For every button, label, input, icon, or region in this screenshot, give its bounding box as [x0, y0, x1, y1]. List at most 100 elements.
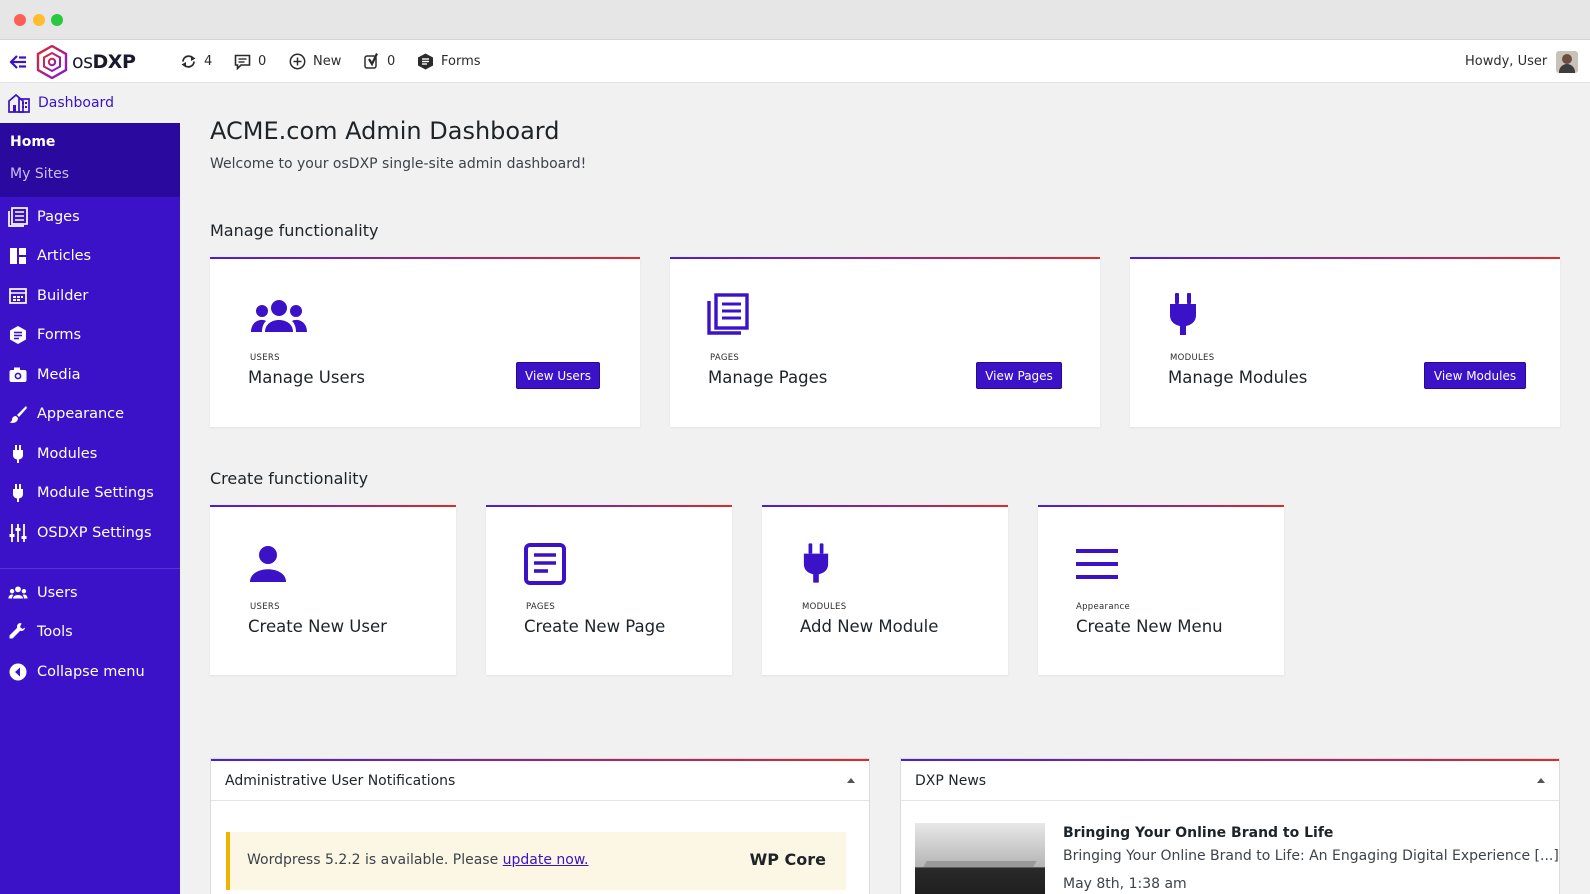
collapse-toggle-icon[interactable]: [1537, 778, 1545, 783]
account-menu[interactable]: Howdy, User: [1465, 40, 1579, 83]
comment-icon: [234, 54, 251, 70]
news-widget: DXP News Bringing Your Online Brand to L…: [900, 758, 1560, 894]
add-module-card[interactable]: MODULES Add New Module: [762, 505, 1008, 675]
sidebar-item-label: Articles: [37, 248, 92, 264]
sidebar-item-label: Module Settings: [37, 485, 154, 501]
card-caption: MODULES: [802, 602, 847, 612]
sidebar-item-osdxp-settings[interactable]: OSDXP Settings: [0, 513, 180, 553]
camera-icon: [9, 367, 27, 382]
news-item-excerpt: Bringing Your Online Brand to Life: An E…: [1063, 848, 1559, 864]
view-users-button[interactable]: View Users: [516, 362, 600, 389]
forms-icon: [10, 326, 26, 344]
osdxp-logo[interactable]: osDXP: [36, 40, 136, 83]
sidebar-item-appearance[interactable]: Appearance: [0, 394, 180, 434]
news-item-title[interactable]: Bringing Your Online Brand to Life: [1063, 825, 1333, 841]
update-now-link[interactable]: update now.: [503, 852, 589, 868]
sidebar-item-label: Forms: [37, 327, 82, 343]
submenu-home[interactable]: Home: [10, 134, 55, 150]
sidebar-item-forms[interactable]: Forms: [0, 315, 180, 355]
widget-header[interactable]: Administrative User Notifications: [211, 761, 869, 801]
card-caption: PAGES: [526, 602, 556, 612]
user-icon: [250, 546, 286, 582]
card-caption: USERS: [250, 602, 280, 612]
collapse-arrow-button[interactable]: [8, 40, 28, 83]
sidebar-item-modules[interactable]: Modules: [0, 434, 180, 474]
arrow-left-icon: [9, 54, 26, 69]
osdxp-logo-icon: [36, 44, 68, 79]
maximize-window-button[interactable]: [51, 14, 63, 26]
document-icon: [524, 543, 566, 585]
plug-icon: [1170, 293, 1196, 335]
card-caption: USERS: [250, 353, 280, 363]
logo-text-bold: DXP: [92, 50, 136, 73]
sidebar-item-media[interactable]: Media: [0, 355, 180, 395]
howdy-text: Howdy, User: [1465, 54, 1548, 69]
menu-icon: [1076, 549, 1118, 579]
notifications-widget: Administrative User Notifications Wordpr…: [210, 758, 870, 894]
card-title: Create New User: [248, 617, 387, 636]
card-title: Manage Modules: [1168, 368, 1308, 387]
sliders-icon: [9, 524, 27, 542]
card-title: Add New Module: [800, 617, 939, 636]
view-pages-button[interactable]: View Pages: [976, 362, 1062, 389]
collapse-toggle-icon[interactable]: [847, 778, 855, 783]
comments-button[interactable]: 0: [234, 40, 266, 83]
create-page-card[interactable]: PAGES Create New Page: [486, 505, 732, 675]
pages-icon: [707, 293, 749, 335]
window-titlebar: [0, 0, 1590, 40]
sidebar-item-label: Users: [37, 585, 78, 601]
card-title: Manage Pages: [708, 368, 828, 387]
sidebar-item-module-settings[interactable]: Module Settings: [0, 473, 180, 513]
sidebar-item-label: Builder: [37, 288, 89, 304]
sidebar-item-label: Modules: [37, 446, 98, 462]
sidebar-item-users[interactable]: Users: [0, 573, 180, 613]
page-title: ACME.com Admin Dashboard: [210, 117, 560, 145]
plug-icon: [803, 543, 829, 583]
minimize-window-button[interactable]: [33, 14, 45, 26]
card-title: Manage Users: [248, 368, 365, 387]
users-icon: [251, 300, 307, 332]
refresh-icon: [181, 55, 196, 68]
logo-text-light: os: [72, 50, 93, 73]
widget-header[interactable]: DXP News: [901, 761, 1559, 801]
sidebar-item-tools[interactable]: Tools: [0, 612, 180, 652]
forms-icon: [418, 53, 433, 70]
notice-tag: WP Core: [749, 850, 826, 869]
pages-icon: [8, 207, 28, 227]
card-title: Create New Menu: [1076, 617, 1223, 636]
sidebar-item-label: Tools: [37, 624, 73, 640]
brush-icon: [9, 406, 27, 423]
plus-circle-icon: [289, 53, 306, 70]
updates-button[interactable]: 4: [180, 40, 212, 83]
manage-users-card: USERS Manage Users View Users: [210, 257, 640, 427]
sidebar-item-articles[interactable]: Articles: [0, 236, 180, 276]
close-window-button[interactable]: [14, 14, 26, 26]
create-heading: Create functionality: [210, 469, 369, 488]
forms-bar-button[interactable]: Forms: [417, 40, 481, 83]
news-thumbnail[interactable]: [915, 823, 1045, 894]
widget-title: Administrative User Notifications: [225, 772, 456, 789]
card-title: Create New Page: [524, 617, 666, 636]
dashboard-submenu: Home My Sites: [0, 123, 180, 197]
yoast-button[interactable]: 0: [364, 40, 395, 83]
collapse-menu-button[interactable]: Collapse menu: [0, 652, 180, 692]
updates-count: 4: [204, 54, 213, 69]
update-notice: Wordpress 5.2.2 is available. Please upd…: [226, 832, 846, 890]
create-menu-card[interactable]: Appearance Create New Menu: [1038, 505, 1284, 675]
sidebar-item-label: OSDXP Settings: [37, 525, 152, 541]
sidebar: Dashboard Home My Sites Pages Articles B…: [0, 83, 180, 894]
sidebar-item-dashboard[interactable]: Dashboard: [0, 83, 180, 123]
manage-modules-card: MODULES Manage Modules View Modules: [1130, 257, 1560, 427]
wrench-icon: [9, 623, 25, 639]
new-content-button[interactable]: New: [289, 40, 341, 83]
manage-heading: Manage functionality: [210, 221, 379, 240]
active-notch: [172, 95, 180, 111]
submenu-my-sites[interactable]: My Sites: [10, 166, 69, 182]
sidebar-item-builder[interactable]: Builder: [0, 276, 180, 316]
view-modules-button[interactable]: View Modules: [1424, 362, 1526, 389]
card-caption: MODULES: [1170, 353, 1215, 363]
news-item-date: May 8th, 1:38 am: [1063, 876, 1187, 892]
dashboard-icon: [8, 93, 30, 113]
create-user-card[interactable]: USERS Create New User: [210, 505, 456, 675]
sidebar-item-pages[interactable]: Pages: [0, 197, 180, 237]
